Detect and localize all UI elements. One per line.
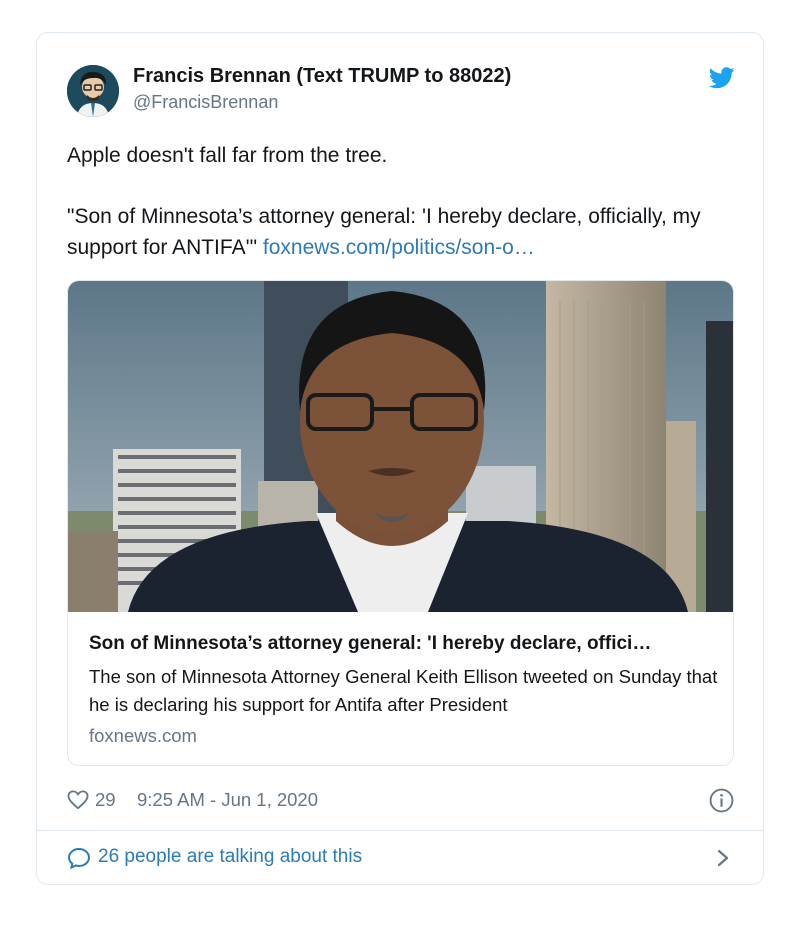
talking-count[interactable]: 26 people are talking about this xyxy=(98,846,362,868)
link-card[interactable]: Son of Minnesota’s attorney general: 'I … xyxy=(67,280,734,766)
tweet-link[interactable]: foxnews.com/politics/son-o… xyxy=(263,236,535,259)
info-icon[interactable] xyxy=(709,788,734,813)
timestamp[interactable]: 9:25 AM - Jun 1, 2020 xyxy=(137,789,318,811)
author-handle[interactable]: @FrancisBrennan xyxy=(133,92,278,113)
tweet-footer: 29 9:25 AM - Jun 1, 2020 xyxy=(67,788,734,814)
author-name[interactable]: Francis Brennan (Text TRUMP to 88022) xyxy=(133,65,511,88)
tweet-text: Apple doesn't fall far from the tree. xyxy=(67,144,388,167)
tweet-quote: "Son of Minnesota’s attorney general: 'I… xyxy=(67,201,757,263)
avatar[interactable] xyxy=(67,65,119,117)
divider xyxy=(37,830,763,831)
tweet-card: Francis Brennan (Text TRUMP to 88022) @F… xyxy=(36,32,764,885)
link-card-description: The son of Minnesota Attorney General Ke… xyxy=(89,666,718,715)
like-count[interactable]: 29 xyxy=(95,789,116,811)
chevron-right-icon[interactable] xyxy=(715,848,731,868)
conversation-link[interactable]: 26 people are talking about this xyxy=(67,845,734,873)
link-card-image xyxy=(68,281,733,612)
heart-icon[interactable] xyxy=(67,790,89,810)
link-card-domain: foxnews.com xyxy=(89,725,197,746)
twitter-bird-icon[interactable] xyxy=(709,67,735,89)
speech-bubble-icon xyxy=(67,847,91,869)
link-card-title: Son of Minnesota’s attorney general: 'I … xyxy=(89,633,652,654)
